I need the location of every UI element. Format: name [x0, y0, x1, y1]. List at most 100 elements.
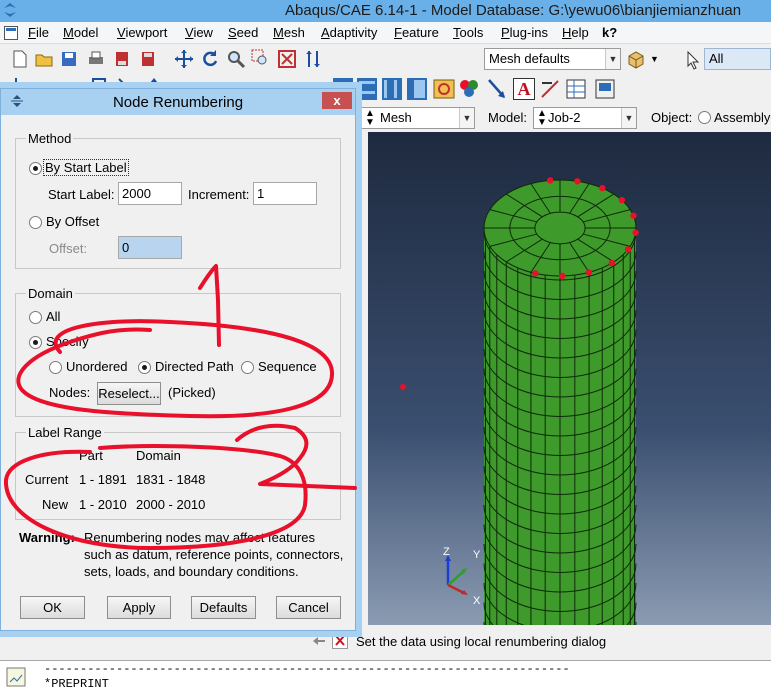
new-file-icon[interactable] [10, 49, 30, 69]
layout-cascade-icon[interactable] [406, 77, 428, 101]
viewport[interactable]: Z Y X [368, 132, 771, 625]
sequence-radio[interactable] [241, 361, 254, 374]
domain-all-radio[interactable] [29, 311, 42, 324]
model-select[interactable]: ▲ ▼ Job-2 ▼ [533, 107, 637, 129]
menu-adaptivity[interactable]: Adaptivity [321, 25, 377, 40]
label-range-row-current-name: Current [25, 472, 69, 487]
layout-tile-vertical-icon[interactable] [381, 77, 403, 101]
abaqus-app-icon[interactable] [2, 2, 18, 18]
menu-bar: File Model Viewport View Seed Mesh Adapt… [0, 22, 771, 44]
apply-button[interactable]: Apply [107, 596, 171, 619]
label-range-group-label: Label Range [26, 425, 104, 440]
load-state-icon[interactable] [138, 49, 158, 69]
menu-help[interactable]: Help [562, 25, 589, 40]
layout-tile-horizontal-icon[interactable] [356, 77, 378, 101]
chevron-down-icon: ▼ [605, 49, 620, 69]
open-folder-icon[interactable] [34, 49, 54, 69]
warning-line-2: such as datum, reference points, connect… [84, 547, 344, 562]
model-spinner-icon[interactable]: ▲ ▼ [537, 109, 547, 128]
label-range-row-new-name: New [42, 497, 69, 512]
menu-model[interactable]: Model [63, 25, 98, 40]
selection-filter-select[interactable]: All [704, 48, 771, 70]
increment-input[interactable]: 1 [253, 182, 317, 205]
zoom-icon[interactable] [226, 49, 246, 69]
window-title: Abaqus/CAE 6.14-1 - Model Database: G:\y… [285, 2, 742, 19]
select-cursor-icon[interactable] [684, 50, 704, 70]
mesh-defaults-value: Mesh defaults [489, 51, 570, 66]
module-select[interactable]: ▲ ▼ Mesh ▼ [361, 107, 475, 129]
arrow-annotation-icon[interactable] [486, 77, 508, 101]
warning-line-1: Renumbering nodes may affect features [84, 530, 316, 545]
object-assembly-label: Assembly [714, 110, 771, 125]
color-code-icon[interactable] [458, 77, 480, 101]
picked-node-marker [585, 269, 593, 276]
cube-dropdown-arrow-icon[interactable]: ▼ [650, 54, 659, 64]
pan-icon[interactable] [174, 49, 194, 69]
model-label: Model: [488, 110, 528, 125]
by-start-label-radio[interactable] [29, 162, 42, 175]
message-area-icon[interactable] [6, 667, 26, 687]
object-assembly-radio[interactable] [698, 111, 711, 124]
directed-path-radio[interactable] [138, 361, 151, 374]
module-spinner-icon[interactable]: ▲ ▼ [365, 109, 375, 128]
text-annotation-icon[interactable]: A [513, 78, 535, 100]
method-group-label: Method [26, 131, 74, 146]
print-icon[interactable] [86, 49, 106, 69]
offset-input[interactable]: 0 [118, 236, 182, 259]
context-bar: ▲ ▼ Mesh ▼ Model: ▲ ▼ Job-2 ▼ Object: Asse… [355, 104, 771, 132]
start-label-input[interactable]: 2000 [118, 182, 182, 205]
increment-label: Increment: [188, 187, 250, 202]
defaults-button[interactable]: Defaults [191, 596, 256, 619]
cycle-views-icon[interactable] [303, 49, 323, 69]
menu-viewport[interactable]: Viewport [117, 25, 167, 40]
window-titlebar: Abaqus/CAE 6.14-1 - Model Database: G:\y… [0, 0, 771, 22]
dialog-titlebar[interactable]: Node Renumbering x [1, 89, 355, 115]
nodes-label: Nodes: [49, 385, 91, 400]
message-area[interactable]: ----------------------------------------… [0, 660, 771, 691]
line-style-icon[interactable] [540, 77, 562, 101]
label-range-row-new-part: 1 - 2010 [79, 497, 127, 512]
render-style-cube-icon[interactable] [626, 49, 646, 69]
save-icon[interactable] [59, 49, 79, 69]
box-zoom-icon[interactable] [251, 49, 271, 69]
stray-picked-node [400, 384, 406, 390]
auto-fit-icon[interactable] [277, 49, 297, 69]
mdi-menu-icon[interactable] [4, 26, 18, 40]
context-help-icon[interactable]: k? [602, 25, 617, 40]
sequence-label: Sequence [258, 359, 317, 374]
picked-node-marker [559, 272, 566, 280]
domain-group-label: Domain [26, 286, 75, 301]
picked-node-marker [624, 246, 632, 253]
by-offset-label: By Offset [46, 214, 100, 229]
ok-button[interactable]: OK [20, 596, 85, 619]
unordered-radio[interactable] [49, 361, 62, 374]
picked-node-marker [532, 270, 539, 277]
menu-view[interactable]: View [185, 25, 213, 40]
image-icon[interactable] [433, 77, 455, 101]
domain-specify-radio[interactable] [29, 336, 42, 349]
view-manager-icon[interactable] [594, 77, 616, 101]
back-arrow-icon[interactable] [311, 633, 327, 649]
selection-filter-value: All [709, 51, 724, 66]
picked-node-marker [574, 178, 581, 185]
directed-path-label: Directed Path [155, 359, 234, 374]
menu-seed[interactable]: Seed [228, 25, 258, 40]
menu-file[interactable]: File [28, 25, 49, 40]
by-offset-radio[interactable] [29, 216, 42, 229]
save-state-icon[interactable] [112, 49, 132, 69]
mesh-defaults-select[interactable]: Mesh defaults ▼ [484, 48, 621, 70]
cancel-button[interactable]: Cancel [276, 596, 341, 619]
mesh-model[interactable] [368, 132, 771, 625]
menu-tools[interactable]: Tools [453, 25, 483, 40]
prompt-text: Set the data using local renumbering dia… [356, 634, 607, 649]
by-start-label-label: By Start Label [43, 159, 129, 176]
reselect-button[interactable]: Reselect... [97, 382, 161, 405]
query-table-icon[interactable] [565, 77, 587, 101]
cancel-procedure-icon[interactable] [332, 632, 348, 649]
rotate-icon[interactable] [200, 49, 220, 69]
dialog-close-button[interactable]: x [322, 92, 352, 109]
menu-plugins[interactable]: Plug-ins [501, 25, 548, 40]
close-icon: x [333, 93, 341, 108]
menu-feature[interactable]: Feature [394, 25, 439, 40]
menu-mesh[interactable]: Mesh [273, 25, 305, 40]
